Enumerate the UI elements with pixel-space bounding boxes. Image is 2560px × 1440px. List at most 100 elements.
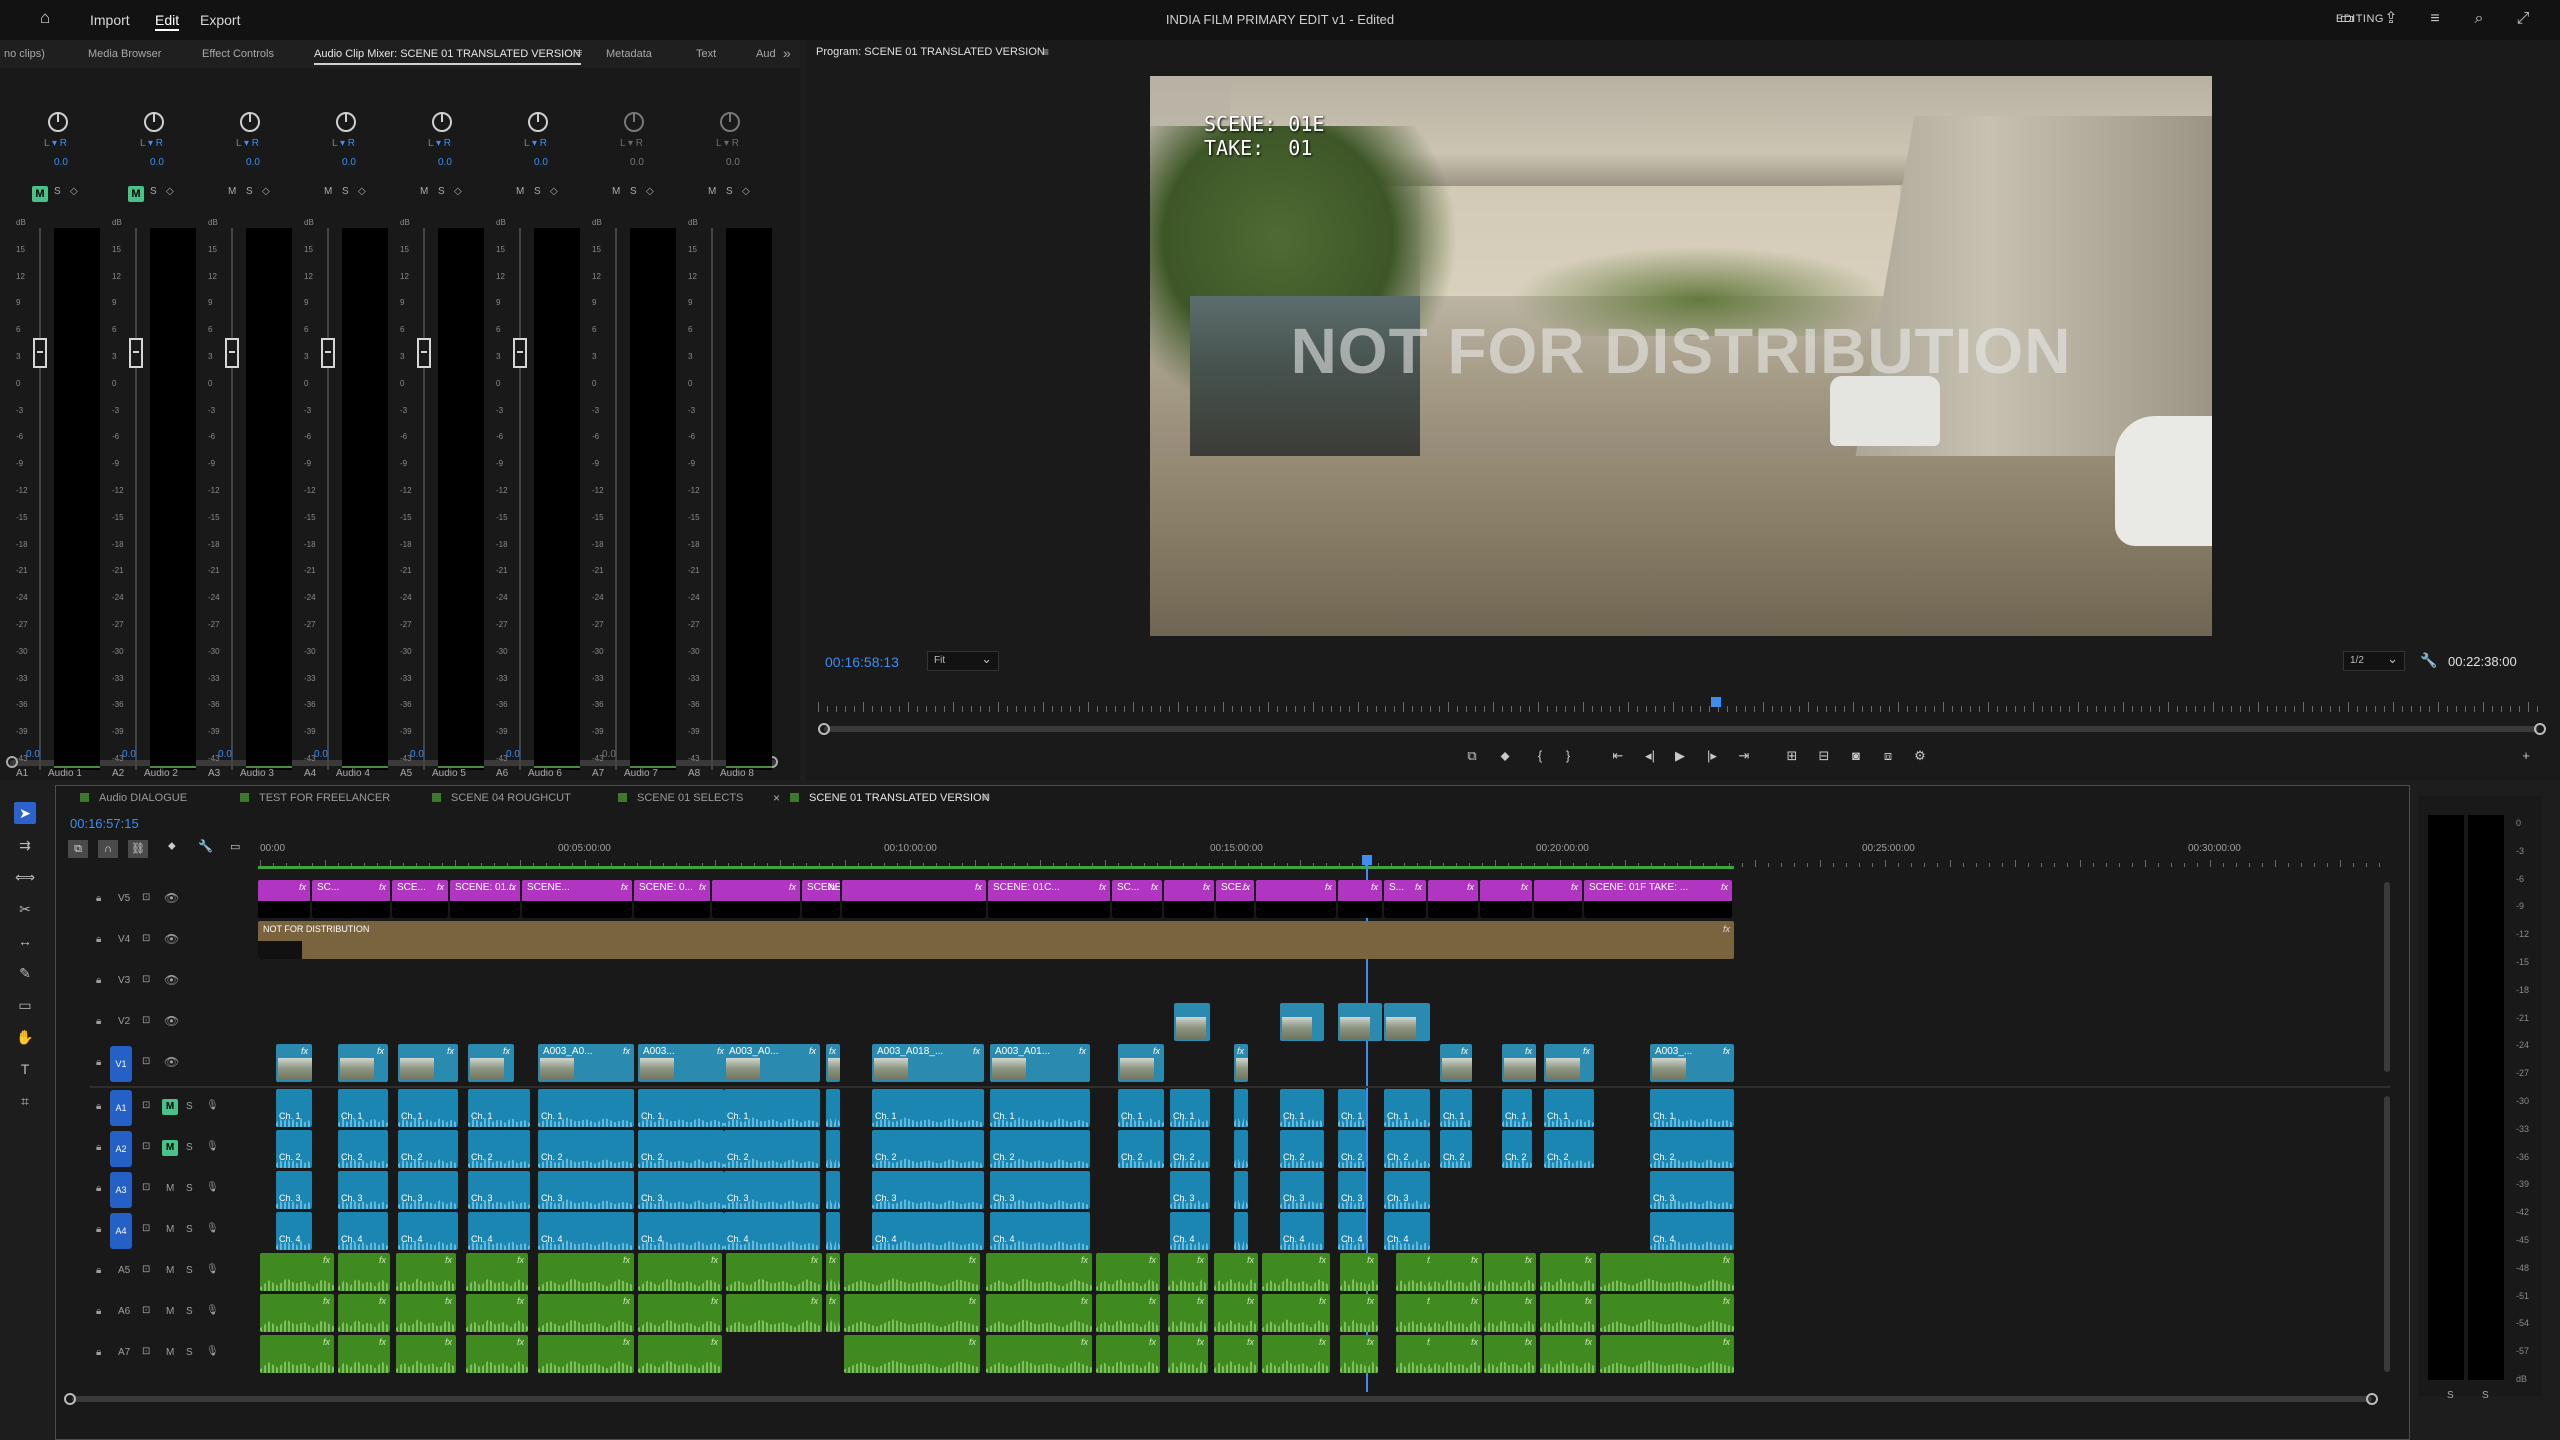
program-timecode[interactable]: 00:16:58:13 [825,654,899,670]
mute-button[interactable]: M [612,186,620,197]
v5-title-clip[interactable]: S... fx [1384,880,1426,918]
program-playhead[interactable] [1710,697,1721,707]
track-sync-icon[interactable]: ⊡ [142,1141,150,1152]
v1-clip[interactable]: fx [1544,1044,1594,1082]
work-area-bar[interactable] [258,866,1734,869]
track-sync-icon[interactable]: ⊡ [142,1182,150,1193]
v1-clip[interactable]: A003_A018_... fx [872,1044,984,1082]
program-zoom-left-handle[interactable] [818,723,830,735]
mark-out-icon[interactable]: } [1558,748,1578,763]
a7-clip[interactable]: fx [338,1335,390,1373]
a5-clip[interactable]: fx [1484,1253,1536,1291]
a3-clip[interactable]: Ch. 3 [276,1171,312,1209]
pan-knob-icon[interactable] [720,112,740,132]
v1-clip[interactable]: A003_A0... fx [538,1044,634,1082]
track-sync-icon[interactable]: ⊡ [142,1056,150,1067]
a6-clip[interactable]: fx [1484,1294,1536,1332]
a2-clip[interactable]: Ch. 2 [1118,1130,1164,1168]
channel-name[interactable]: Audio 5 [432,768,466,779]
track-solo-button[interactable]: S [186,1183,193,1194]
a5-clip[interactable]: fx [338,1253,390,1291]
v5-title-clip[interactable]: SCE...fx [258,880,310,918]
v1-clip[interactable]: fx [1440,1044,1472,1082]
voice-over-icon[interactable]: 🎙︎ [206,1346,219,1357]
v1-clip[interactable]: fx [468,1044,514,1082]
pan-knob-icon[interactable] [240,112,260,132]
track-mute-button[interactable]: M [162,1140,178,1156]
solo-button[interactable]: S [342,186,349,197]
solo-button[interactable]: S [726,186,733,197]
source-patch-a2[interactable]: A2 [110,1131,132,1167]
play-icon[interactable]: ▶ [1670,748,1690,764]
track-mute-button[interactable]: M [166,1224,174,1235]
a4-clip[interactable]: Ch. 4 [1384,1212,1430,1250]
a2-clip[interactable]: Ch. 2 [1170,1130,1210,1168]
sequence-tab[interactable]: SCENE 01 TRANSLATED VERSION [790,792,990,804]
a5-clip[interactable]: fx [260,1253,334,1291]
track-lock-icon[interactable]: 🔒︎ [96,1016,101,1027]
a3-clip[interactable]: Ch. 3 [724,1171,820,1209]
a3-clip[interactable]: Ch. 3 [872,1171,984,1209]
hand-tool-icon[interactable]: ✋ [14,1026,36,1048]
channel-name[interactable]: Audio 1 [48,768,82,779]
v4-watermark-clip[interactable]: NOT FOR DISTRIBUTION fx [258,921,1734,959]
a2-clip[interactable]: Ch. 2 [398,1130,458,1168]
track-lock-icon[interactable]: 🔒︎ [96,1265,101,1276]
pan-value[interactable]: 0.0 [54,157,68,168]
step-forward-icon[interactable]: |▸ [1702,748,1722,764]
volume-value[interactable]: 0.0 [314,749,328,760]
wrench-icon[interactable]: 🔧 [2420,652,2437,669]
a4-clip[interactable]: Ch. 4 [338,1212,388,1250]
a1-clip[interactable]: Ch. 1 [1384,1089,1430,1127]
a6-clip[interactable]: fx [986,1294,1092,1332]
a5-clip[interactable]: fx [1214,1253,1258,1291]
a6-clip[interactable]: fx [1430,1294,1482,1332]
mute-button[interactable]: M [708,186,716,197]
source-patch-a3[interactable]: A3 [110,1172,132,1208]
track-sync-icon[interactable]: ⊡ [142,1223,150,1234]
voice-over-icon[interactable]: 🎙︎ [206,1100,219,1111]
track-lock-icon[interactable]: 🔒︎ [96,1306,101,1317]
a1-clip[interactable]: Ch. 1 [724,1089,820,1127]
a4-clip[interactable]: Ch. 4 [538,1212,634,1250]
lift-extract-icon[interactable]: ⊞ [1782,748,1802,764]
track-solo-button[interactable]: S [186,1224,193,1235]
timeline-settings-icon[interactable]: 🔧 [198,839,213,853]
keyframe-icon[interactable]: ◇ [454,186,462,197]
track-mute-button[interactable]: M [166,1183,174,1194]
v5-title-clip[interactable]: SCENE: 01B TAKE: 02fx [802,880,840,918]
track-sync-icon[interactable]: ⊡ [142,933,150,944]
timeline-timecode[interactable]: 00:16:57:15 [70,816,139,831]
rectangle-tool-icon[interactable]: ▭ [14,994,36,1016]
comparison-view-icon[interactable]: ⧈ [1878,748,1898,764]
extract-icon[interactable]: ⊟ [1814,748,1834,764]
a5-clip[interactable]: fx [1340,1253,1378,1291]
a7-clip[interactable]: fx [1262,1335,1330,1373]
button-editor-icon[interactable]: + [2516,748,2536,763]
more-tabs-icon[interactable]: » [783,45,791,61]
channel-name[interactable]: Audio 6 [528,768,562,779]
mute-button[interactable]: M [516,186,524,197]
voice-over-icon[interactable]: 🎙︎ [206,1182,219,1193]
tab-audio-truncated[interactable]: Aud [756,48,776,60]
a7-clip[interactable]: fx [538,1335,634,1373]
v5-title-clip[interactable]: SCENE: 0... fx [634,880,710,918]
track-solo-button[interactable]: S [186,1142,193,1153]
a2-clip[interactable]: Ch. 2 [1440,1130,1472,1168]
a2-clip[interactable]: Ch. 2 [1502,1130,1532,1168]
v5-title-clip[interactable]: SCENE: 01C... fx [988,880,1110,918]
a4-clip[interactable]: Ch. 4 [1280,1212,1324,1250]
program-zoom-bar[interactable] [824,726,2538,732]
close-sequence-icon[interactable]: × [773,791,780,805]
track-sync-icon[interactable]: ⊡ [142,1346,150,1357]
a1-clip[interactable]: Ch. 1 [1280,1089,1324,1127]
v5-title-clip[interactable]: SCENE... fx [522,880,632,918]
a6-clip[interactable]: fx [1600,1294,1734,1332]
a5-clip[interactable]: fx [396,1253,456,1291]
pan-value[interactable]: 0.0 [438,157,452,168]
pan-value[interactable]: 0.0 [630,157,644,168]
a2-clip[interactable]: Ch. 2 [990,1130,1090,1168]
razor-tool-icon[interactable]: ✂ [14,898,36,920]
pen-tool-icon[interactable]: ✎ [14,962,36,984]
audio-tracks-scrollbar[interactable] [2384,1096,2390,1372]
